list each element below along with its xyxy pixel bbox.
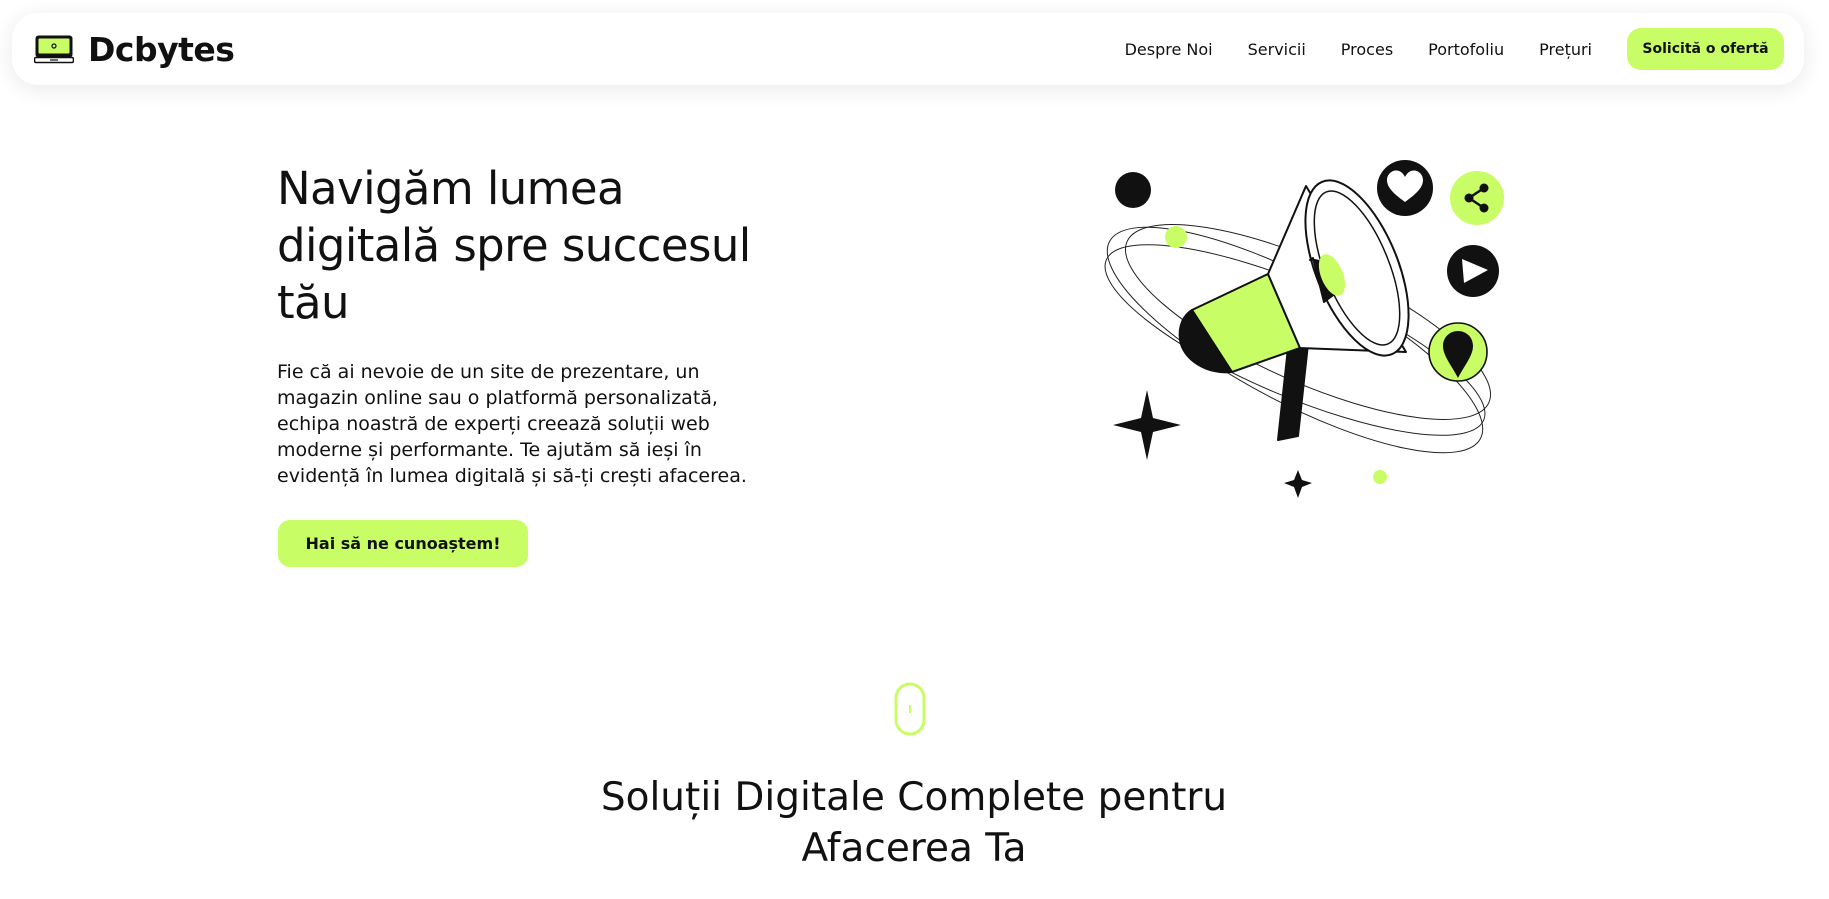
share-icon xyxy=(1450,171,1504,225)
mouse-scroll-icon[interactable] xyxy=(893,681,927,737)
nav-link-servicii[interactable]: Servicii xyxy=(1248,40,1306,59)
dot-decoration xyxy=(1115,172,1151,208)
top-navbar: Dcbytes Despre Noi Servicii Proces Porto… xyxy=(12,13,1804,85)
megaphone-handle xyxy=(1277,343,1309,441)
laptop-icon xyxy=(34,35,74,64)
nav-link-portofoliu[interactable]: Portofoliu xyxy=(1428,40,1504,59)
nav-link-proces[interactable]: Proces xyxy=(1341,40,1393,59)
sparkle-icon xyxy=(1113,390,1181,460)
nav-link-preturi[interactable]: Prețuri xyxy=(1539,40,1592,59)
dot-decoration xyxy=(1373,470,1387,484)
hero-description: Fie că ai nevoie de un site de prezentar… xyxy=(277,361,747,487)
location-pin-icon xyxy=(1428,322,1488,382)
request-offer-button[interactable]: Solicită o ofertă xyxy=(1627,28,1784,70)
main-nav: Despre Noi Servicii Proces Portofoliu Pr… xyxy=(1125,40,1592,59)
heart-icon xyxy=(1377,160,1433,216)
services-section-title: Soluții Digitale Complete pentru Afacere… xyxy=(600,775,1228,871)
get-to-know-us-button[interactable]: Hai să ne cunoaștem! xyxy=(278,520,528,567)
play-icon xyxy=(1447,245,1499,297)
brand-logo[interactable]: Dcbytes xyxy=(34,29,235,69)
nav-link-despre-noi[interactable]: Despre Noi xyxy=(1125,40,1213,59)
hero-title: Navigăm lumea digitală spre succesul tău xyxy=(277,162,751,329)
dot-decoration xyxy=(1165,226,1187,248)
sparkle-icon xyxy=(1284,470,1312,498)
megaphone-illustration xyxy=(1104,160,1504,498)
brand-name: Dcbytes xyxy=(88,29,235,69)
